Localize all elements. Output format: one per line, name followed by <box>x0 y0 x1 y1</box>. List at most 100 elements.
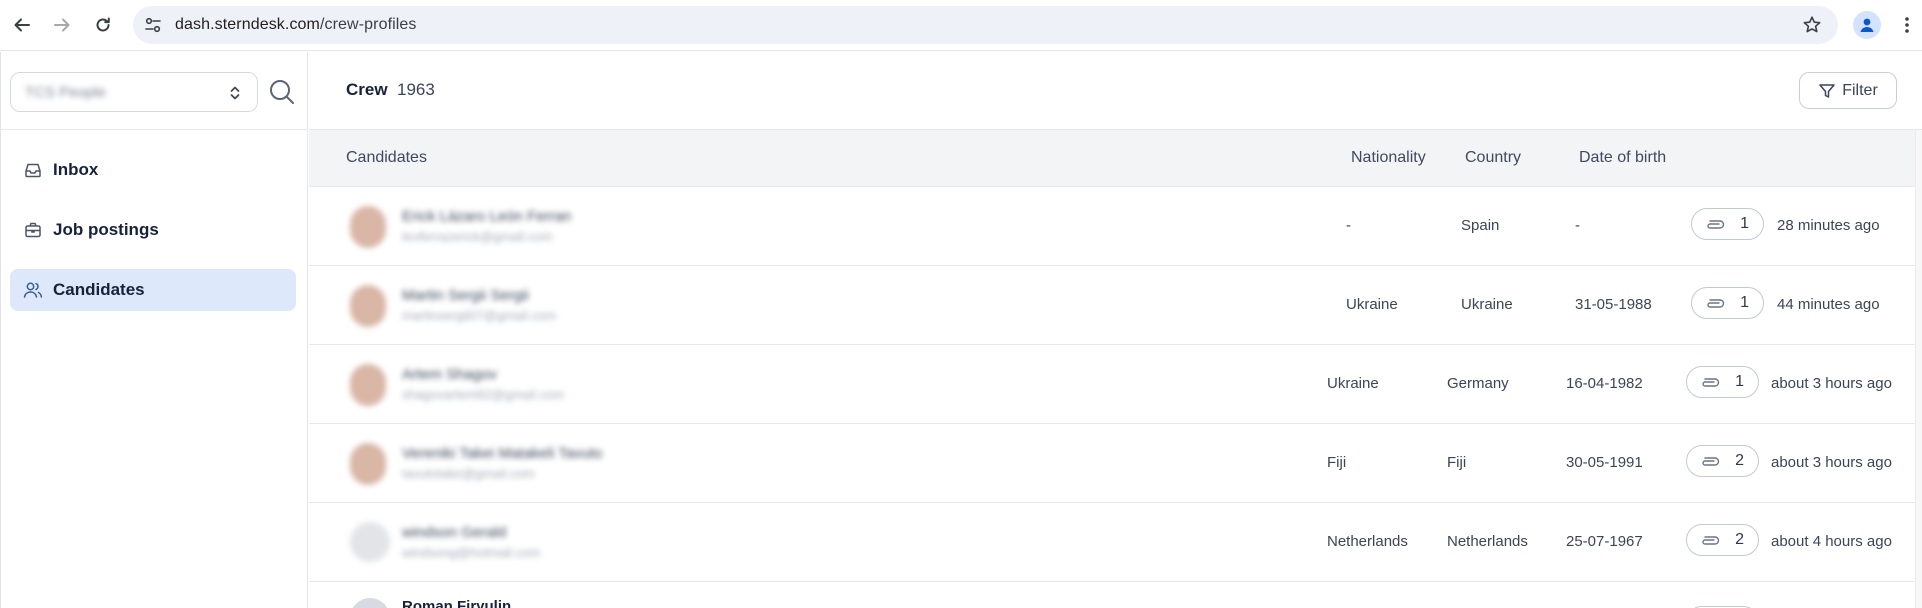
paperclip-icon <box>1699 375 1721 391</box>
filter-button-label: Filter <box>1842 81 1878 99</box>
paperclip-icon <box>1699 454 1721 470</box>
sidebar-item-label: Job postings <box>53 220 159 239</box>
url-domain: dash.sterndesk.com <box>175 16 320 33</box>
site-settings-icon[interactable] <box>143 15 163 35</box>
attachment-count: 2 <box>1735 531 1744 548</box>
last-activity: about 4 hours ago <box>1771 533 1892 550</box>
attachments-badge[interactable]: 1 <box>1691 287 1764 319</box>
inbox-icon <box>23 160 43 180</box>
filter-button[interactable]: Filter <box>1799 72 1897 109</box>
attachment-count: 1 <box>1740 215 1749 232</box>
country-cell: Netherlands <box>1447 533 1528 550</box>
sidebar-nav: Inbox Job postings Candidates <box>10 149 296 329</box>
table-row[interactable]: Martin Sergii Sergii martinsergii07@gmai… <box>309 266 1915 345</box>
main-content: Crew 1963 Filter Candidates Nationality … <box>309 52 1922 608</box>
candidate-email: martinsergii07@gmail.com <box>402 308 557 323</box>
attachment-count: 1 <box>1740 294 1749 311</box>
column-header-candidates[interactable]: Candidates <box>346 149 427 167</box>
dob-cell: 25-07-1967 <box>1566 533 1643 550</box>
sidebar-header: TCS People <box>1 52 308 130</box>
last-activity: 28 minutes ago <box>1777 217 1880 234</box>
attachments-badge[interactable]: 2 <box>1686 445 1759 477</box>
paperclip-icon <box>1699 533 1721 549</box>
dob-cell: - <box>1575 217 1580 234</box>
chevron-up-down-icon <box>229 85 241 101</box>
candidate-email: leoferrazerick@gmail.com <box>402 229 553 244</box>
table-row[interactable]: Erick Lázaro León Ferran leoferrazerick@… <box>309 187 1915 266</box>
attachments-badge[interactable]: 1 <box>1686 366 1759 398</box>
nationality-cell: Netherlands <box>1327 533 1408 550</box>
table-row[interactable]: Vereniki Takei Matakeli Tavuto tavutotak… <box>309 424 1915 503</box>
candidate-email: shagovartem82@gmail.com <box>402 387 565 402</box>
candidate-name[interactable]: windson Gerald <box>402 524 506 541</box>
column-header-date-of-birth[interactable]: Date of birth <box>1579 149 1666 167</box>
back-arrow-icon[interactable] <box>10 13 34 37</box>
address-bar[interactable]: dash.sterndesk.com/crew-profiles <box>133 6 1838 44</box>
url-text: dash.sterndesk.com/crew-profiles <box>175 16 417 34</box>
country-cell: Germany <box>1447 375 1509 392</box>
avatar <box>350 206 386 248</box>
avatar <box>350 285 386 327</box>
table-row[interactable]: Artem Shagov shagovartem82@gmail.com Ukr… <box>309 345 1915 424</box>
last-activity: 44 minutes ago <box>1777 296 1880 313</box>
filter-funnel-icon <box>1819 83 1835 98</box>
workspace-select[interactable]: TCS People <box>10 72 258 112</box>
attachments-badge[interactable]: 1 <box>1691 208 1764 240</box>
search-icon[interactable] <box>268 78 296 106</box>
paperclip-icon <box>1704 296 1726 312</box>
paperclip-icon <box>1704 217 1726 233</box>
reload-icon[interactable] <box>91 13 115 37</box>
dob-cell: 16-04-1982 <box>1566 375 1643 392</box>
candidate-name[interactable]: Martin Sergii Sergii <box>402 287 529 304</box>
table-scrollbar[interactable] <box>1915 130 1922 608</box>
browser-toolbar: dash.sterndesk.com/crew-profiles <box>0 0 1922 51</box>
last-activity: about 3 hours ago <box>1771 375 1892 392</box>
table-row[interactable]: windson Gerald windsong@hotmail.com Neth… <box>309 503 1915 582</box>
avatar <box>350 364 386 406</box>
table-row[interactable]: Roman Firyulin <box>309 582 1915 608</box>
workspace-label: TCS People <box>25 84 106 101</box>
briefcase-icon <box>23 220 43 240</box>
profile-avatar-icon[interactable] <box>1853 11 1881 39</box>
avatar <box>350 443 386 485</box>
candidate-email: tavutotake@gmail.com <box>402 466 535 481</box>
sidebar-item-job-postings[interactable]: Job postings <box>10 209 296 251</box>
nationality-cell: Fiji <box>1327 454 1347 471</box>
attachment-count: 2 <box>1735 452 1744 469</box>
users-icon <box>23 280 43 300</box>
nationality-cell: Ukraine <box>1346 296 1398 313</box>
page-header: Crew 1963 Filter <box>309 52 1922 130</box>
attachment-count: 1 <box>1735 373 1744 390</box>
candidate-email: windsong@hotmail.com <box>402 545 541 560</box>
crew-count: 1963 <box>397 80 435 99</box>
sidebar-item-inbox[interactable]: Inbox <box>10 149 296 191</box>
candidate-name[interactable]: Roman Firyulin <box>402 598 511 608</box>
dob-cell: 31-05-1988 <box>1575 296 1652 313</box>
table-header: Candidates Nationality Country Date of b… <box>309 130 1915 187</box>
country-cell: Fiji <box>1447 454 1467 471</box>
country-cell: Ukraine <box>1461 296 1513 313</box>
avatar <box>350 598 390 608</box>
bookmark-star-icon[interactable] <box>1802 15 1822 35</box>
browser-menu-icon[interactable] <box>1897 13 1917 37</box>
sidebar-item-label: Candidates <box>53 280 145 299</box>
page-title: Crew <box>346 80 388 99</box>
url-path: /crew-profiles <box>319 16 417 33</box>
candidate-name[interactable]: Erick Lázaro León Ferran <box>402 208 571 225</box>
nationality-cell: Ukraine <box>1327 375 1379 392</box>
nationality-cell: - <box>1346 217 1351 234</box>
forward-arrow-icon[interactable] <box>50 13 74 37</box>
dob-cell: 30-05-1991 <box>1566 454 1643 471</box>
last-activity: about 3 hours ago <box>1771 454 1892 471</box>
candidate-name[interactable]: Artem Shagov <box>402 366 497 383</box>
attachments-badge[interactable]: 2 <box>1686 524 1759 556</box>
app-window: TCS People Inbox Job postings Candidates… <box>0 52 1922 608</box>
country-cell: Spain <box>1461 217 1500 234</box>
avatar <box>350 522 390 562</box>
sidebar-item-candidates[interactable]: Candidates <box>10 269 296 311</box>
candidate-name[interactable]: Vereniki Takei Matakeli Tavuto <box>402 445 602 462</box>
sidebar-item-label: Inbox <box>53 160 99 179</box>
sidebar: TCS People Inbox Job postings Candidates <box>1 52 308 608</box>
column-header-nationality[interactable]: Nationality <box>1351 149 1426 167</box>
column-header-country[interactable]: Country <box>1465 149 1521 167</box>
